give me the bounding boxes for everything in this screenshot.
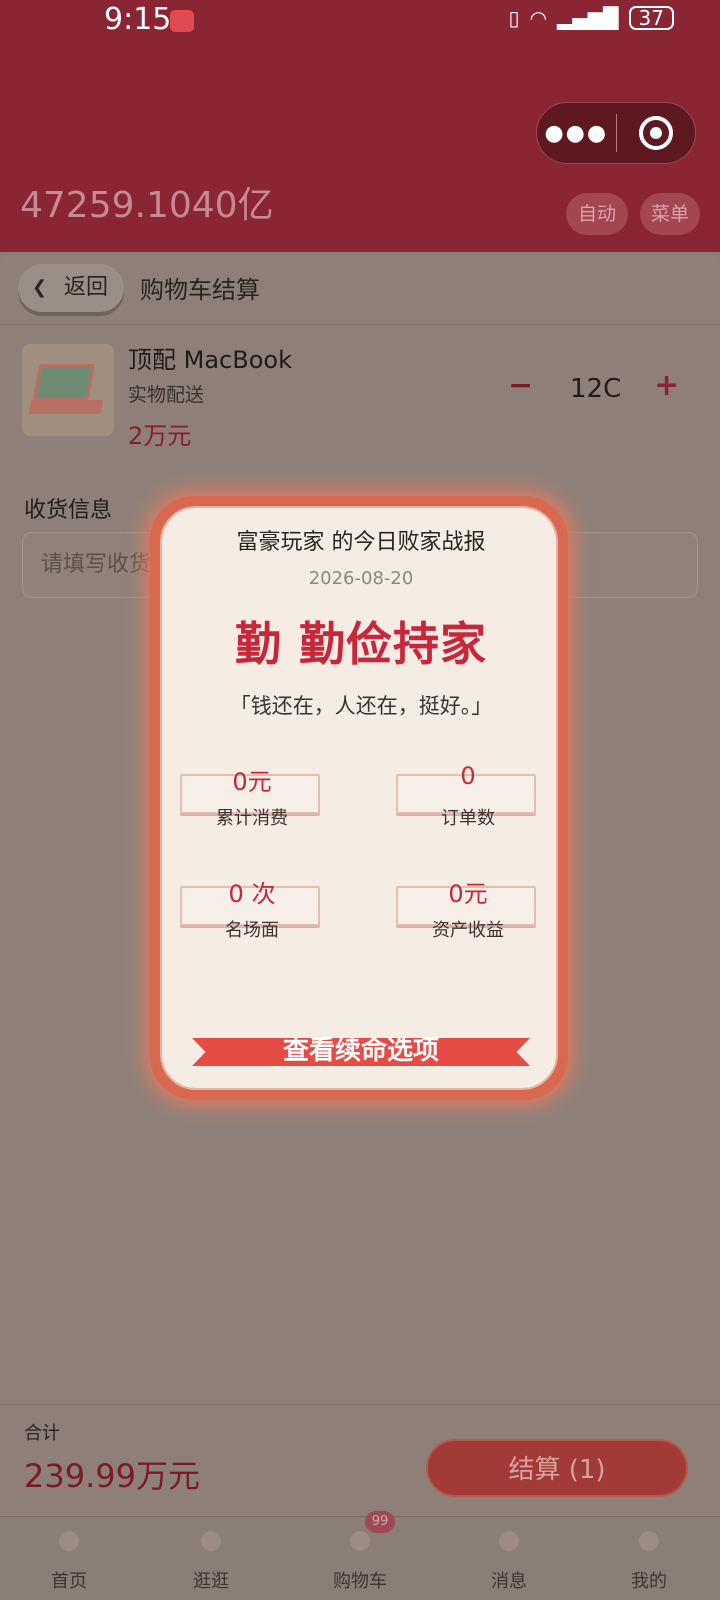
modal-quote: 「钱还在，人还在，挺好。」 — [229, 694, 493, 718]
home-icon — [59, 1531, 79, 1551]
daily-report-modal: 富豪玩家 的今日败家战报 2026-08-20 勤 勤俭持家 「钱还在，人还在，… — [160, 506, 558, 1090]
tab-label: 逛逛 — [193, 1571, 229, 1592]
tab-label: 消息 — [491, 1571, 527, 1592]
back-arrow-icon: ❮ — [32, 277, 48, 298]
checkout-bar: 合计 239.99万元 结算 (1) — [0, 1404, 720, 1514]
checkout-button[interactable]: 结算 (1) — [426, 1439, 688, 1497]
battery-icon: 37 — [628, 6, 674, 30]
modal-date: 2026-08-20 — [308, 568, 414, 589]
laptop-base-icon — [28, 400, 104, 414]
tab-cart[interactable]: 99 购物车 — [305, 1511, 415, 1600]
stat-asset-earnings: 0元 资产收益 — [396, 880, 536, 941]
stat-label: 累计消费 — [216, 808, 288, 829]
wifi-icon: ◠ — [529, 6, 548, 30]
tab-label: 购物车 — [333, 1571, 387, 1592]
miniprogram-capsule: ●●● — [536, 102, 696, 164]
stat-label: 名场面 — [225, 920, 279, 941]
tab-profile[interactable]: 我的 — [594, 1517, 704, 1600]
cart-item: 顶配 MacBook 实物配送 2万元 − 12C + — [0, 332, 720, 466]
target-icon — [638, 116, 673, 150]
quantity-value: 12C — [570, 374, 620, 404]
stat-label: 资产收益 — [432, 920, 504, 941]
profile-icon — [639, 1531, 659, 1551]
tab-label: 首页 — [51, 1571, 87, 1592]
stat-famous-moments: 0 次 名场面 — [180, 880, 320, 941]
vibrate-icon: ▯ — [508, 6, 520, 30]
stat-value: 0元 — [448, 880, 488, 908]
message-icon — [499, 1531, 519, 1551]
stat-value: 0元 — [232, 768, 272, 796]
close-miniprogram-button[interactable] — [617, 116, 696, 150]
product-price: 2万元 — [128, 422, 192, 450]
status-time: 9:15 — [104, 2, 172, 37]
status-bar: 9:15 ▯ ◠ ▂▄▆█ 37 — [0, 0, 720, 40]
stat-order-count: 0 订单数 — [396, 762, 536, 829]
more-icon[interactable]: ●●● — [537, 121, 616, 146]
modal-rank: 勤 勤俭持家 — [234, 617, 487, 671]
divider — [0, 324, 720, 325]
menu-button[interactable]: 菜单 — [640, 193, 700, 235]
stat-value: 0 — [460, 762, 476, 790]
tab-messages[interactable]: 消息 — [454, 1517, 564, 1600]
increase-quantity-button[interactable]: + — [654, 368, 679, 403]
auto-button[interactable]: 自动 — [566, 193, 628, 235]
total-assets: 47259.1040亿 — [20, 185, 274, 226]
back-label: 返回 — [64, 275, 109, 300]
cart-badge: 99 — [365, 1511, 395, 1533]
view-revive-options-button[interactable]: 查看续命选项 — [192, 1034, 530, 1066]
tab-home[interactable]: 首页 — [14, 1517, 124, 1600]
total-label: 合计 — [24, 1423, 60, 1444]
laptop-icon — [32, 364, 96, 400]
delivery-type: 实物配送 — [128, 384, 205, 406]
page-title: 购物车结算 — [140, 276, 260, 304]
decrease-quantity-button[interactable]: − — [508, 368, 533, 403]
stat-value: 0 次 — [228, 880, 276, 908]
tab-label: 我的 — [631, 1571, 667, 1592]
modal-title: 富豪玩家 的今日败家战报 — [236, 530, 486, 555]
signal-icon: ▂▄▆█ — [557, 6, 619, 30]
browse-icon — [201, 1531, 221, 1551]
stat-total-spent: 0元 累计消费 — [180, 768, 320, 829]
total-value: 239.99万元 — [24, 1457, 200, 1495]
cart-icon — [350, 1531, 370, 1551]
app-notification-icon — [170, 10, 194, 32]
tab-bar: 首页 逛逛 99 购物车 消息 我的 — [0, 1511, 720, 1600]
back-button[interactable]: ❮ 返回 — [18, 264, 124, 312]
button-label: 查看续命选项 — [282, 1036, 439, 1066]
shipping-label: 收货信息 — [24, 498, 113, 523]
header: 9:15 ▯ ◠ ▂▄▆█ 37 ●●● 47259.1040亿 自动 菜单 — [0, 0, 720, 252]
tab-browse[interactable]: 逛逛 — [156, 1517, 266, 1600]
product-name: 顶配 MacBook — [128, 346, 292, 374]
product-thumbnail — [22, 344, 114, 436]
status-icons: ▯ ◠ ▂▄▆█ 37 — [509, 6, 674, 30]
stat-label: 订单数 — [441, 808, 495, 829]
